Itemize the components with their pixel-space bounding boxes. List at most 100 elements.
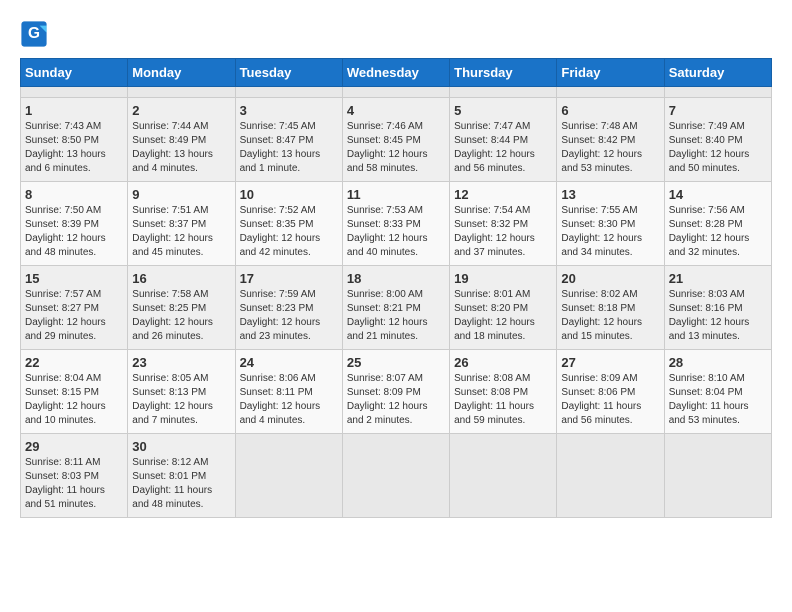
calendar-cell bbox=[450, 87, 557, 98]
day-info: Sunrise: 8:12 AMSunset: 8:01 PMDaylight:… bbox=[132, 456, 230, 512]
calendar-cell: 17 Sunrise: 7:59 AMSunset: 8:23 PMDayligh… bbox=[235, 266, 342, 350]
weekday-header-saturday: Saturday bbox=[664, 59, 771, 87]
day-number: 2 bbox=[132, 103, 230, 118]
day-info: Sunrise: 7:57 AMSunset: 8:27 PMDaylight:… bbox=[25, 288, 123, 344]
calendar-cell: 14 Sunrise: 7:56 AMSunset: 8:28 PMDayligh… bbox=[664, 182, 771, 266]
day-info: Sunrise: 7:43 AMSunset: 8:50 PMDaylight:… bbox=[25, 120, 123, 176]
calendar-cell bbox=[342, 87, 449, 98]
day-info: Sunrise: 8:10 AMSunset: 8:04 PMDaylight:… bbox=[669, 372, 767, 428]
calendar-cell: 8 Sunrise: 7:50 AMSunset: 8:39 PMDaylight… bbox=[21, 182, 128, 266]
day-number: 18 bbox=[347, 271, 445, 286]
day-number: 12 bbox=[454, 187, 552, 202]
calendar-cell: 6 Sunrise: 7:48 AMSunset: 8:42 PMDaylight… bbox=[557, 98, 664, 182]
calendar-cell: 7 Sunrise: 7:49 AMSunset: 8:40 PMDaylight… bbox=[664, 98, 771, 182]
day-number: 30 bbox=[132, 439, 230, 454]
calendar-cell: 22Sunrise: 8:04 AMSunset: 8:15 PMDayligh… bbox=[21, 350, 128, 434]
day-info: Sunrise: 7:49 AMSunset: 8:40 PMDaylight:… bbox=[669, 120, 767, 176]
weekday-header-wednesday: Wednesday bbox=[342, 59, 449, 87]
calendar-week-row: 8 Sunrise: 7:50 AMSunset: 8:39 PMDaylight… bbox=[21, 182, 772, 266]
calendar-cell: 10Sunrise: 7:52 AMSunset: 8:35 PMDayligh… bbox=[235, 182, 342, 266]
svg-text:G: G bbox=[28, 25, 40, 42]
day-info: Sunrise: 7:56 AMSunset: 8:28 PMDaylight:… bbox=[669, 204, 767, 260]
calendar-cell bbox=[557, 434, 664, 518]
day-number: 3 bbox=[240, 103, 338, 118]
day-info: Sunrise: 7:48 AMSunset: 8:42 PMDaylight:… bbox=[561, 120, 659, 176]
calendar-cell: 28 Sunrise: 8:10 AMSunset: 8:04 PMDayligh… bbox=[664, 350, 771, 434]
day-number: 22 bbox=[25, 355, 123, 370]
day-number: 26 bbox=[454, 355, 552, 370]
day-number: 14 bbox=[669, 187, 767, 202]
day-number: 8 bbox=[25, 187, 123, 202]
day-number: 19 bbox=[454, 271, 552, 286]
calendar-cell: 23Sunrise: 8:05 AMSunset: 8:13 PMDayligh… bbox=[128, 350, 235, 434]
day-info: Sunrise: 8:00 AMSunset: 8:21 PMDaylight:… bbox=[347, 288, 445, 344]
day-number: 10 bbox=[240, 187, 338, 202]
calendar-cell: 16Sunrise: 7:58 AMSunset: 8:25 PMDayligh… bbox=[128, 266, 235, 350]
day-number: 27 bbox=[561, 355, 659, 370]
day-info: Sunrise: 8:03 AMSunset: 8:16 PMDaylight:… bbox=[669, 288, 767, 344]
calendar-cell: 24 Sunrise: 8:06 AMSunset: 8:11 PMDayligh… bbox=[235, 350, 342, 434]
calendar-cell bbox=[664, 87, 771, 98]
day-number: 29 bbox=[25, 439, 123, 454]
calendar-week-row bbox=[21, 87, 772, 98]
day-number: 5 bbox=[454, 103, 552, 118]
calendar-cell bbox=[235, 434, 342, 518]
calendar-cell bbox=[235, 87, 342, 98]
day-info: Sunrise: 7:55 AMSunset: 8:30 PMDaylight:… bbox=[561, 204, 659, 260]
day-number: 13 bbox=[561, 187, 659, 202]
calendar-cell bbox=[664, 434, 771, 518]
day-number: 1 bbox=[25, 103, 123, 118]
calendar-cell: 29 Sunrise: 8:11 AMSunset: 8:03 PMDayligh… bbox=[21, 434, 128, 518]
calendar-week-row: 1 Sunrise: 7:43 AMSunset: 8:50 PMDaylight… bbox=[21, 98, 772, 182]
day-info: Sunrise: 7:45 AMSunset: 8:47 PMDaylight:… bbox=[240, 120, 338, 176]
weekday-header-monday: Monday bbox=[128, 59, 235, 87]
day-number: 7 bbox=[669, 103, 767, 118]
calendar-cell: 13 Sunrise: 7:55 AMSunset: 8:30 PMDayligh… bbox=[557, 182, 664, 266]
day-info: Sunrise: 7:59 AMSunset: 8:23 PMDaylight:… bbox=[240, 288, 338, 344]
day-info: Sunrise: 8:02 AMSunset: 8:18 PMDaylight:… bbox=[561, 288, 659, 344]
day-number: 24 bbox=[240, 355, 338, 370]
calendar-cell bbox=[450, 434, 557, 518]
day-info: Sunrise: 7:54 AMSunset: 8:32 PMDaylight:… bbox=[454, 204, 552, 260]
logo: G bbox=[20, 20, 52, 48]
day-number: 25 bbox=[347, 355, 445, 370]
day-number: 11 bbox=[347, 187, 445, 202]
calendar: SundayMondayTuesdayWednesdayThursdayFrid… bbox=[20, 58, 772, 518]
day-info: Sunrise: 8:01 AMSunset: 8:20 PMDaylight:… bbox=[454, 288, 552, 344]
calendar-cell: 12 Sunrise: 7:54 AMSunset: 8:32 PMDayligh… bbox=[450, 182, 557, 266]
day-number: 21 bbox=[669, 271, 767, 286]
calendar-week-row: 15 Sunrise: 7:57 AMSunset: 8:27 PMDayligh… bbox=[21, 266, 772, 350]
day-number: 28 bbox=[669, 355, 767, 370]
day-info: Sunrise: 7:50 AMSunset: 8:39 PMDaylight:… bbox=[25, 204, 123, 260]
calendar-cell bbox=[557, 87, 664, 98]
calendar-cell: 11 Sunrise: 7:53 AMSunset: 8:33 PMDayligh… bbox=[342, 182, 449, 266]
day-info: Sunrise: 8:11 AMSunset: 8:03 PMDaylight:… bbox=[25, 456, 123, 512]
calendar-cell: 4Sunrise: 7:46 AMSunset: 8:45 PMDaylight… bbox=[342, 98, 449, 182]
calendar-cell: 15 Sunrise: 7:57 AMSunset: 8:27 PMDayligh… bbox=[21, 266, 128, 350]
weekday-header-friday: Friday bbox=[557, 59, 664, 87]
day-info: Sunrise: 7:51 AMSunset: 8:37 PMDaylight:… bbox=[132, 204, 230, 260]
calendar-cell: 9 Sunrise: 7:51 AMSunset: 8:37 PMDaylight… bbox=[128, 182, 235, 266]
weekday-header-tuesday: Tuesday bbox=[235, 59, 342, 87]
calendar-week-row: 22Sunrise: 8:04 AMSunset: 8:15 PMDayligh… bbox=[21, 350, 772, 434]
calendar-cell bbox=[128, 87, 235, 98]
calendar-cell: 21 Sunrise: 8:03 AMSunset: 8:16 PMDayligh… bbox=[664, 266, 771, 350]
calendar-cell bbox=[342, 434, 449, 518]
calendar-cell: 3 Sunrise: 7:45 AMSunset: 8:47 PMDaylight… bbox=[235, 98, 342, 182]
day-number: 20 bbox=[561, 271, 659, 286]
calendar-cell: 1 Sunrise: 7:43 AMSunset: 8:50 PMDaylight… bbox=[21, 98, 128, 182]
day-info: Sunrise: 8:07 AMSunset: 8:09 PMDaylight:… bbox=[347, 372, 445, 428]
calendar-cell: 5Sunrise: 7:47 AMSunset: 8:44 PMDaylight… bbox=[450, 98, 557, 182]
day-info: Sunrise: 8:08 AMSunset: 8:08 PMDaylight:… bbox=[454, 372, 552, 428]
day-number: 9 bbox=[132, 187, 230, 202]
day-number: 15 bbox=[25, 271, 123, 286]
calendar-cell: 25 Sunrise: 8:07 AMSunset: 8:09 PMDayligh… bbox=[342, 350, 449, 434]
day-number: 17 bbox=[240, 271, 338, 286]
weekday-header-row: SundayMondayTuesdayWednesdayThursdayFrid… bbox=[21, 59, 772, 87]
calendar-cell: 27Sunrise: 8:09 AMSunset: 8:06 PMDayligh… bbox=[557, 350, 664, 434]
day-info: Sunrise: 7:53 AMSunset: 8:33 PMDaylight:… bbox=[347, 204, 445, 260]
logo-icon: G bbox=[20, 20, 48, 48]
header: G bbox=[20, 20, 772, 48]
day-number: 6 bbox=[561, 103, 659, 118]
day-info: Sunrise: 8:06 AMSunset: 8:11 PMDaylight:… bbox=[240, 372, 338, 428]
